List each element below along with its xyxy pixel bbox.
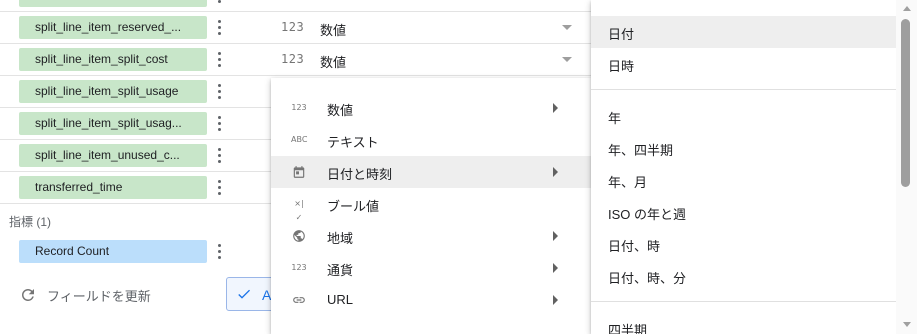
dimension-chip[interactable]: transferred_time	[19, 176, 207, 199]
dimension-chip[interactable]: split_line_item_reserved_...	[19, 16, 207, 39]
submenu-item-quarter[interactable]: 四半期	[591, 312, 896, 334]
calendar-icon	[293, 166, 305, 178]
submenu-item-date[interactable]: 日付	[591, 16, 896, 48]
more-options-icon[interactable]	[216, 178, 222, 198]
field-type-menu: 123 数値 ABC テキスト 日付と時刻 ×|✓ ブール値 地域 123 通貨…	[271, 78, 591, 334]
more-options-icon[interactable]	[216, 0, 222, 6]
submenu-item-label: 四半期	[608, 323, 648, 334]
dimension-chip[interactable]: split_line_item_unused_c...	[19, 144, 207, 167]
scrollbar[interactable]	[896, 0, 917, 334]
refresh-label: フィールドを更新	[47, 288, 151, 304]
chevron-right-icon	[553, 295, 558, 305]
more-options-icon[interactable]	[216, 114, 222, 134]
globe-icon	[293, 230, 305, 242]
refresh-fields-button[interactable]: フィールドを更新	[19, 285, 151, 305]
submenu-item-label: 日付、時	[608, 239, 661, 254]
scroll-up-icon[interactable]	[903, 6, 911, 11]
menu-item-label: テキスト	[327, 135, 379, 150]
menu-item-boolean[interactable]: ×|✓ ブール値	[271, 188, 591, 222]
number-type-icon: 123	[281, 52, 305, 66]
dimension-chip[interactable]	[19, 0, 207, 7]
link-icon	[293, 297, 305, 303]
field-type-select[interactable]: 数値	[320, 52, 346, 71]
dimension-chip[interactable]: split_line_item_split_usage	[19, 80, 207, 103]
date-format-submenu: 日付 日時 年 年、四半期 年、月 ISO の年と週 日付、時 日付、時、分 四…	[591, 0, 917, 334]
submenu-item-year-month[interactable]: 年、月	[591, 164, 896, 196]
submenu-item-label: 日付、時、分	[608, 271, 687, 286]
check-icon	[238, 289, 250, 299]
more-options-icon[interactable]	[216, 146, 222, 166]
menu-item-date-time[interactable]: 日付と時刻	[271, 156, 591, 188]
submenu-item-date-hour[interactable]: 日付、時	[591, 228, 896, 260]
divider	[591, 89, 896, 90]
text-type-icon: ABC	[291, 135, 308, 144]
scrollbar-thumb[interactable]	[901, 19, 910, 187]
submenu-item-year[interactable]: 年	[591, 100, 896, 132]
submenu-item-year-quarter[interactable]: 年、四半期	[591, 132, 896, 164]
dimension-chip[interactable]: split_line_item_split_cost	[19, 48, 207, 71]
chevron-down-icon[interactable]	[562, 25, 572, 30]
menu-item-label: 通貨	[327, 263, 354, 278]
menu-item-label: URL	[327, 292, 354, 307]
field-type-select[interactable]: 数値	[320, 20, 346, 39]
metric-chip[interactable]: Record Count	[19, 240, 207, 263]
table-row: split_line_item_split_cost 123 数値	[0, 44, 600, 76]
submenu-item-label: 日付	[608, 27, 635, 42]
chevron-right-icon	[553, 263, 558, 273]
menu-item-currency[interactable]: 123 通貨	[271, 252, 591, 284]
dimension-chip[interactable]: split_line_item_split_usag...	[19, 112, 207, 135]
menu-item-number[interactable]: 123 数値	[271, 92, 591, 124]
table-row: split_line_item_reserved_... 123 数値	[0, 12, 600, 44]
number-type-icon: 123	[291, 103, 307, 112]
currency-type-icon: 123	[291, 263, 307, 272]
menu-item-url[interactable]: URL	[271, 284, 591, 316]
chevron-right-icon	[553, 167, 558, 177]
submenu-item-datetime[interactable]: 日時	[591, 48, 896, 80]
submenu-item-label: 年、月	[608, 175, 648, 190]
metrics-section-label: 指標 (1)	[9, 215, 52, 229]
chevron-down-icon[interactable]	[562, 57, 572, 62]
divider	[591, 301, 896, 302]
scroll-down-icon[interactable]	[903, 322, 911, 327]
menu-item-geo[interactable]: 地域	[271, 220, 591, 252]
submenu-item-label: 日時	[608, 59, 635, 74]
add-button-label: A	[262, 287, 272, 303]
submenu-item-label: ISO の年と週	[608, 207, 687, 222]
submenu-item-label: 年	[608, 111, 622, 126]
chevron-right-icon	[553, 103, 558, 113]
submenu-item-date-hour-minute[interactable]: 日付、時、分	[591, 260, 896, 292]
submenu-item-label: 年、四半期	[608, 143, 674, 158]
submenu-item-iso-year-week[interactable]: ISO の年と週	[591, 196, 896, 228]
number-type-icon: 123	[281, 20, 305, 34]
menu-item-label: 地域	[327, 231, 354, 246]
more-options-icon[interactable]	[216, 242, 222, 262]
more-options-icon[interactable]	[216, 82, 222, 102]
menu-item-label: 日付と時刻	[327, 167, 393, 182]
chevron-right-icon	[553, 231, 558, 241]
table-row	[0, 0, 600, 12]
boolean-type-icon: ×|✓	[294, 199, 304, 222]
menu-item-label: 数値	[327, 103, 354, 118]
menu-item-text[interactable]: ABC テキスト	[271, 124, 591, 156]
more-options-icon[interactable]	[216, 18, 222, 38]
refresh-icon	[22, 289, 34, 301]
more-options-icon[interactable]	[216, 50, 222, 70]
menu-item-label: ブール値	[327, 199, 380, 214]
